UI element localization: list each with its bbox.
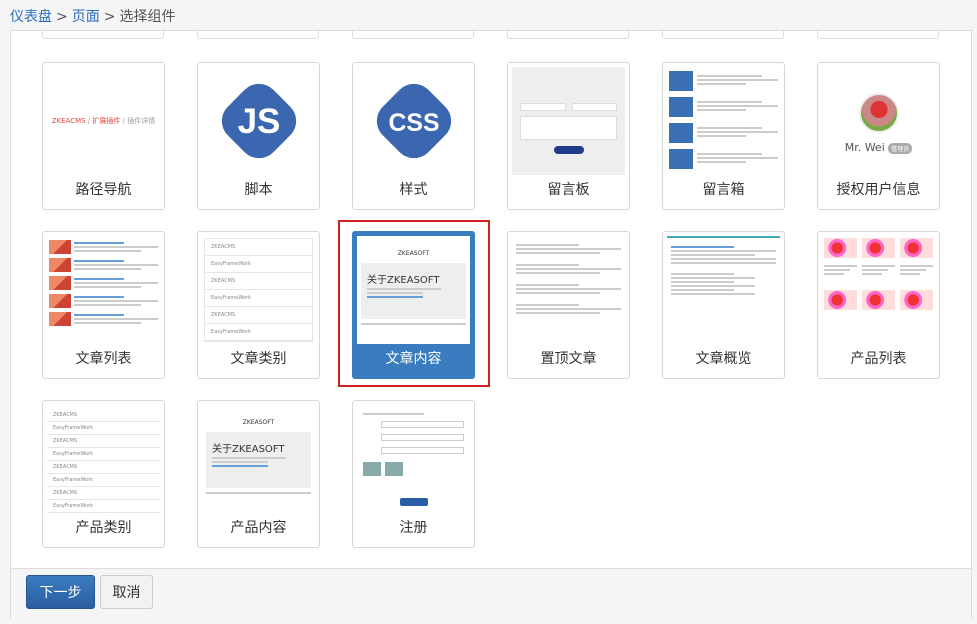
thumb-article-summary [667,236,780,303]
svg-text:CSS: CSS [388,110,439,137]
partial-card[interactable] [197,31,319,39]
widget-thumbnail: ZKEASOFT 关于ZKEASOFT [357,236,470,344]
widget-label: 授权用户信息 [836,182,921,198]
widget-thumbnail [667,236,780,344]
widget-label: 注册 [399,520,428,536]
thumb-top-articles [512,236,625,322]
widget-label: 文章概览 [695,351,752,367]
action-bar: 下一步 取消 [11,569,971,619]
partial-card[interactable] [42,31,164,39]
thumb-product-grid [822,236,935,312]
cancel-button[interactable]: 取消 [100,575,153,609]
widget-card-product-list[interactable]: 产品列表 [817,231,940,379]
widget-thumbnail [512,67,625,175]
widget-card-top-article[interactable]: 置顶文章 [507,231,630,379]
thumb-register-form [357,405,470,512]
thumb-product-content: ZKEASOFT 关于ZKEASOFT [202,405,315,494]
widget-card-product-category[interactable]: ZKEACMS EasyFrameWork ZKEACMS EasyFrameW… [42,400,165,548]
widget-card-article-category[interactable]: ZKEACMS EasyFrameWork ZKEACMS EasyFrameW… [197,231,320,379]
thumb-article-list [47,240,160,326]
thumb-category-list: ZKEACMS EasyFrameWork ZKEACMS EasyFrameW… [204,238,313,342]
widget-thumbnail: ZKEACMS EasyFrameWork ZKEACMS EasyFrameW… [202,236,315,344]
thumb-category-list: ZKEACMS EasyFrameWork ZKEACMS EasyFrameW… [47,405,160,513]
breadcrumb-link-dashboard[interactable]: 仪表盘 [10,9,52,25]
widget-label: 路径导航 [75,182,132,198]
widget-label: 脚本 [244,182,273,198]
widget-card-script[interactable]: JS 脚本 [197,62,320,210]
widget-card-breadcrumb[interactable]: ZKEACMS / 扩展插件 / 插件详情 路径导航 [42,62,165,210]
widget-thumbnail: ZKEASOFT 关于ZKEASOFT [202,405,315,513]
partial-card[interactable] [352,31,474,39]
widget-card-user-info[interactable]: Mr. Wei 管理员 授权用户信息 [817,62,940,210]
breadcrumb-link-pages[interactable]: 页面 [72,9,100,25]
thumb-message-list [667,67,780,175]
widget-label: 产品类别 [75,520,132,536]
next-step-button[interactable]: 下一步 [26,575,95,609]
widget-thumbnail: ZKEACMS / 扩展插件 / 插件详情 [47,67,160,175]
widget-card-style[interactable]: CSS 样式 [352,62,475,210]
javascript-icon: JS [221,83,296,159]
thumb-message-form [512,67,625,175]
widget-thumbnail [512,236,625,344]
widget-thumbnail [357,405,470,513]
widget-label: 留言箱 [702,182,745,198]
thumb-breadcrumb: ZKEACMS / 扩展插件 / 插件详情 [51,117,156,125]
widget-card-register[interactable]: 注册 [352,400,475,548]
widget-label: 样式 [399,182,428,198]
widget-card-message-board[interactable]: 留言板 [507,62,630,210]
widget-label: 文章类别 [230,351,287,367]
thumb-user-name: Mr. Wei 管理员 [822,141,935,154]
widget-card-message-box[interactable]: 留言箱 [662,62,785,210]
widget-thumbnail: JS [202,67,315,175]
widget-thumbnail [822,236,935,344]
widget-grid: ZKEACMS / 扩展插件 / 插件详情 路径导航 JS 脚本 CSS 样式 … [11,31,971,569]
widget-thumbnail [47,236,160,344]
svg-text:JS: JS [237,102,280,141]
widget-card-product-content[interactable]: ZKEASOFT 关于ZKEASOFT 产品内容 [197,400,320,548]
widget-label: 文章内容 [385,351,442,367]
widget-label: 置顶文章 [540,351,597,367]
widget-card-article-list[interactable]: 文章列表 [42,231,165,379]
partial-card[interactable] [507,31,629,39]
widget-label: 文章列表 [75,351,132,367]
breadcrumb-separator: > [103,9,116,25]
widget-label: 留言板 [547,182,590,198]
widget-card-article-content[interactable]: ZKEASOFT 关于ZKEASOFT 文章内容 [352,231,475,379]
widget-thumbnail: CSS [357,67,470,175]
partial-card[interactable] [817,31,939,39]
widget-label: 产品列表 [850,351,907,367]
widget-thumbnail: ZKEACMS EasyFrameWork ZKEACMS EasyFrameW… [47,405,160,513]
breadcrumb-current: 选择组件 [119,9,176,25]
widget-selector-panel: ZKEACMS / 扩展插件 / 插件详情 路径导航 JS 脚本 CSS 样式 … [10,30,972,619]
scrollbar[interactable] [970,30,976,618]
thumb-article-content: ZKEASOFT 关于ZKEASOFT [357,236,470,325]
widget-label: 产品内容 [230,520,287,536]
partial-card[interactable] [662,31,784,39]
widget-thumbnail [667,67,780,175]
breadcrumb-separator: > [56,9,68,25]
widget-thumbnail: Mr. Wei 管理员 [822,67,935,175]
avatar [858,93,899,133]
breadcrumb: 仪表盘 > 页面 > 选择组件 [10,6,175,28]
css-icon: CSS [376,83,451,159]
widget-card-article-summary[interactable]: 文章概览 [662,231,785,379]
